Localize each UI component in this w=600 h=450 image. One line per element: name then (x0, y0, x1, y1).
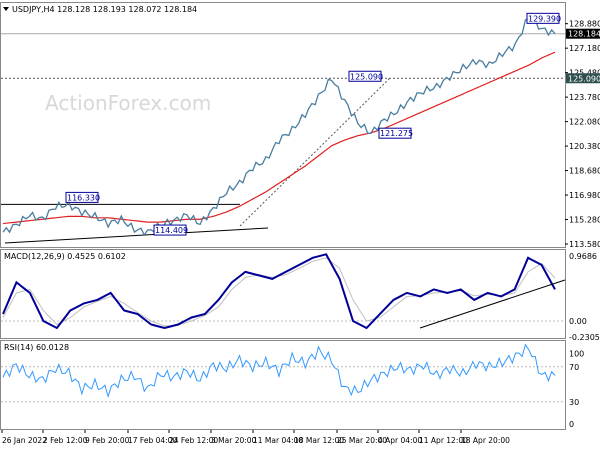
time-tick-label: 3 Mar 20:00 (211, 436, 257, 445)
current-price-label: 128.184 (568, 30, 600, 39)
macd-trendline[interactable] (419, 279, 566, 329)
price-annotation: 116.330 (67, 193, 100, 202)
macd-main-line (2, 253, 556, 330)
macd-panel-border (0, 249, 566, 339)
macd-tick-label: 0.9686 (569, 252, 597, 261)
projection-line[interactable] (239, 77, 391, 227)
time-tick-label: 9 Feb 20:00 (85, 436, 130, 445)
price-tick-label: 122.080 (569, 118, 600, 127)
price-tick-label: 115.280 (569, 216, 600, 225)
rsi-tick-label: 0 (569, 420, 574, 429)
rsi-tick-label: 30 (569, 398, 579, 407)
time-tick-label: 4 Apr 04:00 (378, 436, 422, 445)
price-annotation: 129.390 (528, 14, 561, 23)
price-annotation: 121.275 (380, 129, 413, 138)
price-tick-label: 113.580 (569, 240, 600, 249)
macd-tick-label: -0.2305 (569, 333, 600, 342)
dropdown-arrow-icon[interactable] (3, 7, 9, 11)
rsi-title: RSI(14) 60.0128 (4, 343, 69, 352)
price-tick-label: 128.880 (569, 20, 600, 29)
chart-title: USDJPY,H4 128.128 128.193 128.072 128.18… (12, 5, 197, 14)
rsi-line (2, 343, 556, 399)
price-tick-label: 118.680 (569, 167, 600, 176)
macd-signal-line (2, 257, 556, 327)
chart-window: ActionForex.com USDJPY,H4 128.128 128.19… (0, 0, 600, 450)
rsi-tick-label: 70 (569, 363, 579, 372)
rsi-panel-border (0, 340, 566, 430)
macd-tick-label: 0.00 (569, 317, 587, 326)
price-annotation: 114.409 (155, 226, 188, 235)
time-tick-label: 2 Feb 12:00 (43, 436, 88, 445)
level-price-label: 125.090 (568, 74, 600, 83)
watermark: ActionForex.com (45, 91, 211, 115)
time-tick-label: 26 Jan 2022 (2, 436, 47, 445)
price-tick-label: 123.780 (569, 93, 600, 102)
price-tick-label: 120.380 (569, 142, 600, 151)
price-tick-label: 116.980 (569, 191, 600, 200)
chart-canvas: ActionForex.com USDJPY,H4 128.128 128.19… (0, 2, 600, 445)
price-annotation: 125.090 (350, 72, 383, 81)
price-tick-label: 127.180 (569, 44, 600, 53)
macd-title: MACD(12,26,9) 0.4525 0.6102 (4, 252, 126, 261)
time-tick-label: 18 Apr 20:00 (461, 436, 510, 445)
rsi-tick-label: 100 (569, 350, 584, 359)
